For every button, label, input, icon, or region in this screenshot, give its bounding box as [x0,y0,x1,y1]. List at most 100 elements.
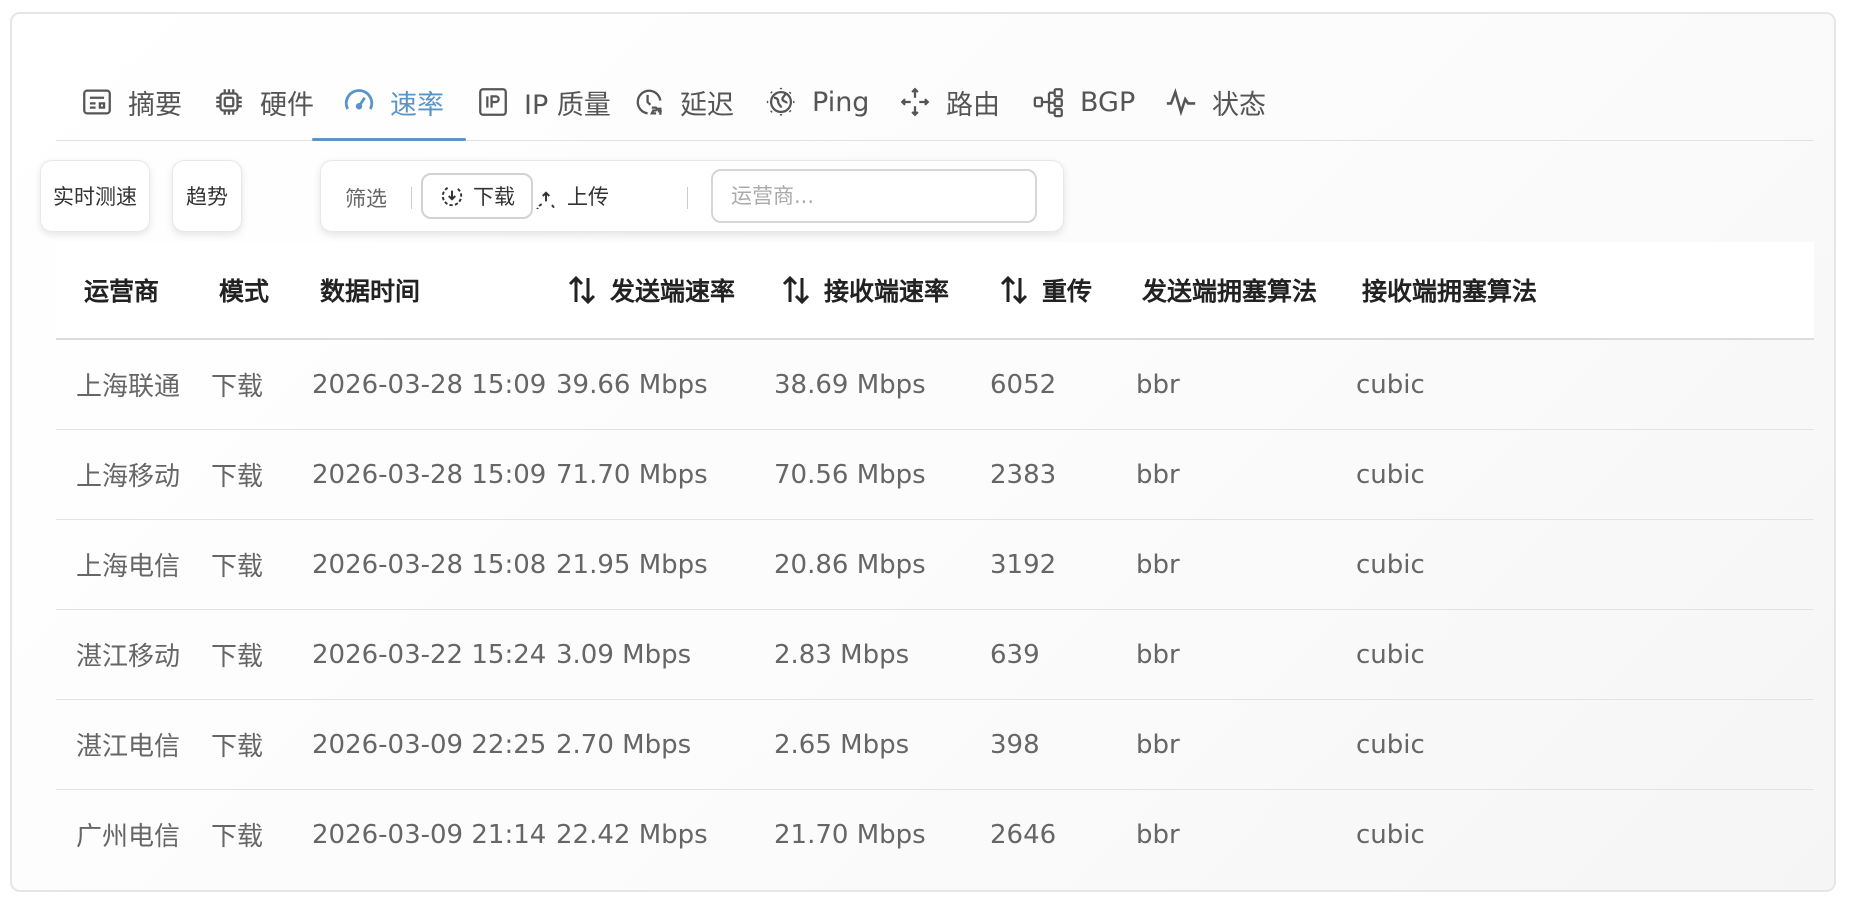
cell-mode: 下载 [211,372,264,402]
column-header-time: 数据时间 [320,277,421,306]
trend-button[interactable]: 趋势 [172,160,242,232]
sort-icon[interactable] [996,272,1032,308]
tab-label: 硬件 [260,89,314,121]
cell-mode: 下载 [211,732,264,762]
cell-carrier: 湛江移动 [76,642,181,672]
tab-label: 摘要 [128,89,182,121]
cell-mode: 下载 [211,642,264,672]
tab-label: Ping [812,86,870,118]
globe-icon [766,87,796,117]
ip-icon [479,88,507,116]
cpu-chip-icon [216,89,242,115]
divider [411,187,412,209]
chip-label: 下载 [473,185,515,209]
route-arrows-icon [900,87,930,117]
cell-retransmits: 2383 [990,459,1057,490]
cell-mode: 下载 [211,552,264,582]
column-header-carrier: 运营商 [84,277,160,306]
column-header-sender-congestion: 发送端拥塞算法 [1142,277,1318,306]
table-row: 上海移动 下载 2026-03-28 15:09 71.70 Mbps 70.56 Mb… [56,430,1814,520]
upload-filter-toggle[interactable]: 上传 [517,173,625,219]
tab-route[interactable]: 路由 [898,64,1000,140]
cell-receiver-rate: 2.83 Mbps [774,639,910,670]
sort-icon[interactable] [564,272,600,308]
tab-label: 路由 [946,89,1000,121]
chip-label: 上传 [567,185,609,209]
cell-carrier: 上海联通 [76,372,181,402]
table-row: 湛江电信 下载 2026-03-09 22:25 2.70 Mbps 2.65 Mbps… [56,700,1814,790]
tab-label: 速率 [390,89,444,121]
cell-sender-rate: 39.66 Mbps [556,369,708,400]
tab-summary[interactable]: 摘要 [80,64,182,140]
cell-receiver-congestion: cubic [1356,729,1425,760]
tab-status[interactable]: 状态 [1164,64,1266,140]
tab-ping[interactable]: Ping [764,64,869,140]
cell-receiver-congestion: cubic [1356,549,1425,580]
cell-sender-congestion: bbr [1136,459,1180,490]
table-header: 运营商 模式 数据时间 发送端速率 接收端速率 重传 发送端拥塞算法 接收端拥塞… [56,242,1814,340]
column-header-receiver-congestion: 接收端拥塞算法 [1362,277,1538,306]
upload-circle-icon [536,191,556,209]
tab-latency[interactable]: 延迟 [632,64,734,140]
cell-receiver-congestion: cubic [1356,819,1425,850]
sort-icon[interactable] [778,272,814,308]
table-row: 广州电信 下载 2026-03-09 21:14 22.42 Mbps 21.70 Mb… [56,790,1814,879]
button-label: 趋势 [186,185,228,209]
cell-carrier: 湛江电信 [76,732,181,762]
tab-speed[interactable]: 速率 [312,64,466,141]
column-header-sender-rate: 发送端速率 [564,242,735,338]
filter-bar: 筛选 下载 上传 [320,160,1064,232]
tab-bar: 摘要 硬件 速率 IP 质量 延迟 Ping 路由 BGP 状态 [56,64,1814,141]
cell-sender-rate: 3.09 Mbps [556,639,692,670]
cell-receiver-rate: 70.56 Mbps [774,459,926,490]
realtime-speedtest-button[interactable]: 实时测速 [40,160,150,232]
cell-receiver-congestion: cubic [1356,369,1425,400]
cell-receiver-rate: 20.86 Mbps [774,549,926,580]
clock-24-icon [636,89,662,115]
cell-sender-rate: 2.70 Mbps [556,729,692,760]
tab-label: BGP [1080,86,1136,118]
cell-sender-congestion: bbr [1136,819,1180,850]
tab-label: 状态 [1212,89,1266,121]
tab-label: 延迟 [680,89,734,121]
speedometer-icon [344,89,374,110]
cell-sender-rate: 22.42 Mbps [556,819,708,850]
cell-retransmits: 6052 [990,369,1057,400]
cell-carrier: 广州电信 [76,822,181,852]
cell-time: 2026-03-28 15:09 [312,369,547,400]
carrier-search-input[interactable] [711,169,1037,223]
cell-receiver-rate: 38.69 Mbps [774,369,926,400]
cell-sender-congestion: bbr [1136,369,1180,400]
cell-sender-congestion: bbr [1136,549,1180,580]
table-body: 上海联通 下载 2026-03-28 15:09 39.66 Mbps 38.69 Mb… [56,340,1814,879]
table-row: 上海电信 下载 2026-03-28 15:08 21.95 Mbps 20.86 Mb… [56,520,1814,610]
divider [687,187,688,209]
cell-retransmits: 639 [990,639,1040,670]
cell-mode: 下载 [211,822,264,852]
speed-panel: 摘要 硬件 速率 IP 质量 延迟 Ping 路由 BGP 状态 实时测速 趋势… [10,12,1836,892]
activity-pulse-icon [1166,88,1196,117]
button-label: 实时测速 [53,185,137,209]
table-row: 湛江移动 下载 2026-03-22 15:24 3.09 Mbps 2.83 Mbps… [56,610,1814,700]
download-circle-icon [441,187,463,207]
cell-time: 2026-03-09 22:25 [312,729,547,760]
tab-bgp[interactable]: BGP [1032,64,1135,140]
column-header-retransmits: 重传 [996,242,1092,338]
cell-receiver-rate: 2.65 Mbps [774,729,910,760]
cell-time: 2026-03-28 15:08 [312,549,547,580]
cell-sender-congestion: bbr [1136,729,1180,760]
filter-label: 筛选 [345,187,387,211]
summary-icon [83,89,111,115]
column-header-mode: 模式 [219,277,270,306]
cell-retransmits: 398 [990,729,1040,760]
cell-sender-congestion: bbr [1136,639,1180,670]
cell-retransmits: 3192 [990,549,1057,580]
cell-time: 2026-03-09 21:14 [312,819,547,850]
cell-receiver-congestion: cubic [1356,459,1425,490]
tab-ip-quality[interactable]: IP 质量 [476,64,611,140]
table-row: 上海联通 下载 2026-03-28 15:09 39.66 Mbps 38.69 Mb… [56,340,1814,430]
cell-retransmits: 2646 [990,819,1057,850]
cell-sender-rate: 21.95 Mbps [556,549,708,580]
cell-receiver-congestion: cubic [1356,639,1425,670]
tab-hardware[interactable]: 硬件 [212,64,314,140]
